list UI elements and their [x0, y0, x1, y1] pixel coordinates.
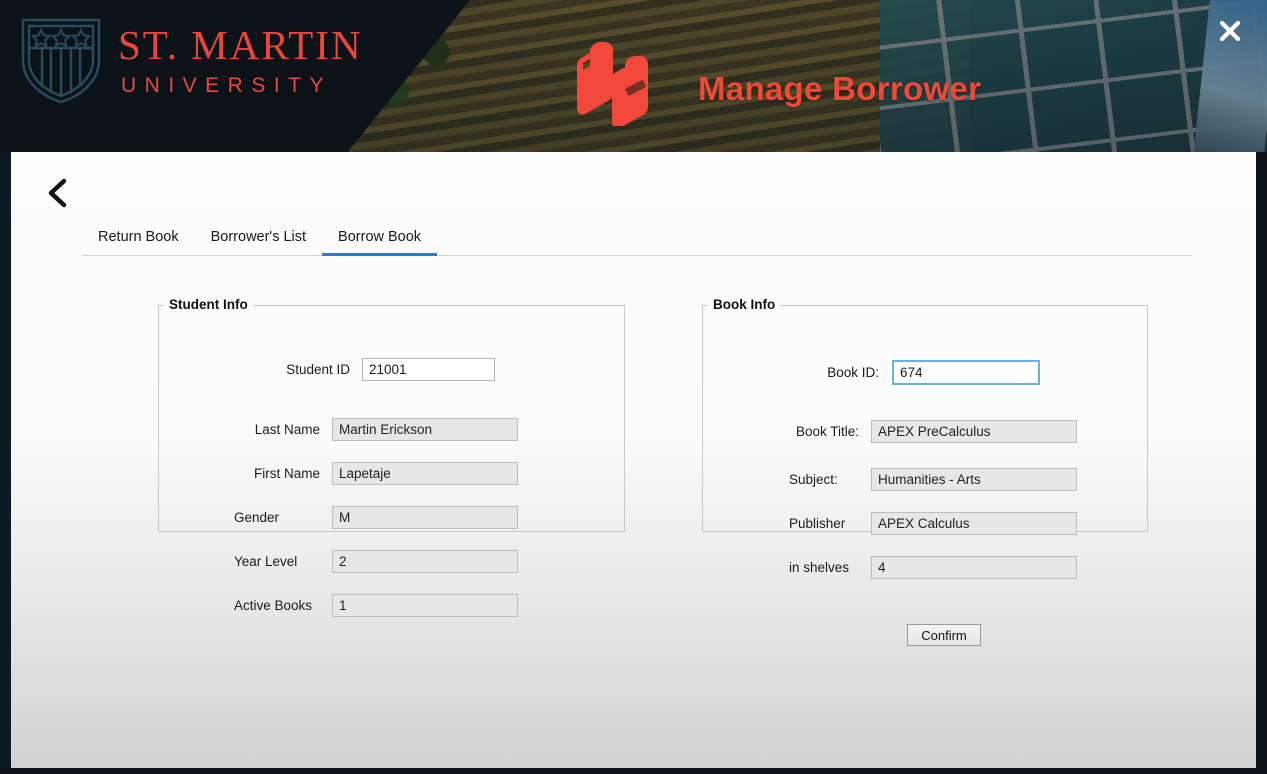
in-shelves-input[interactable] [871, 556, 1077, 579]
tab-borrowers-list[interactable]: Borrower's List [195, 229, 322, 256]
field-book-id: Book ID: [815, 360, 1040, 385]
page-title: Manage Borrower [698, 70, 982, 107]
student-id-input[interactable] [362, 358, 495, 381]
subject-input[interactable] [871, 468, 1077, 491]
last-name-input[interactable] [332, 418, 518, 441]
field-label: Active Books [234, 598, 313, 613]
field-book-title: Book Title: [789, 420, 1077, 443]
student-info-group: Student Info Student ID Last Name First … [158, 297, 625, 617]
gender-input[interactable] [332, 506, 518, 529]
close-icon[interactable] [1215, 16, 1245, 46]
field-publisher: Publisher [789, 512, 1077, 535]
field-label: in shelves [789, 560, 850, 575]
field-last-name: Last Name [234, 418, 518, 441]
field-label: Book ID: [827, 365, 879, 380]
publisher-input[interactable] [871, 512, 1077, 535]
field-subject: Subject: [789, 468, 1077, 491]
chevron-left-icon [48, 178, 67, 208]
book-info-group: Book Info Book ID: Book Title: Subject: … [702, 297, 1148, 646]
active-books-input[interactable] [332, 594, 518, 617]
book-info-legend: Book Info [708, 297, 781, 312]
app-header: ST. MARTIN UNIVERSITY Manage Borrower [0, 0, 1267, 152]
wordmark: ST. MARTIN UNIVERSITY [118, 21, 363, 97]
tab-borrow-book[interactable]: Borrow Book [322, 229, 438, 256]
tab-return-book[interactable]: Return Book [82, 229, 195, 256]
student-info-legend: Student Info [164, 297, 253, 312]
manage-borrower-window: ST. MARTIN UNIVERSITY Manage Borrower Re… [0, 0, 1267, 774]
first-name-input[interactable] [332, 462, 518, 485]
books-icon [577, 42, 648, 126]
brand-subtitle: UNIVERSITY [121, 73, 333, 97]
window-left-border [0, 152, 11, 774]
field-label: Subject: [789, 472, 838, 487]
book-id-input[interactable] [892, 360, 1040, 385]
shield-crest-icon [21, 18, 101, 104]
content-panel: Return Book Borrower's List Borrow Book … [11, 152, 1256, 768]
back-button[interactable] [37, 172, 79, 214]
tab-bar: Return Book Borrower's List Borrow Book [82, 224, 1192, 256]
field-year-level: Year Level [234, 550, 518, 573]
book-title-input[interactable] [871, 420, 1077, 443]
university-logo: ST. MARTIN UNIVERSITY [18, 14, 363, 106]
field-label: Student ID [286, 362, 350, 377]
field-label: Publisher [789, 516, 846, 531]
field-label: First Name [253, 466, 320, 481]
window-right-border [1256, 152, 1267, 774]
confirm-button[interactable]: Confirm [907, 624, 981, 646]
field-label: Year Level [234, 554, 298, 569]
field-gender: Gender [234, 506, 518, 529]
field-first-name: First Name [234, 462, 518, 485]
field-student-id: Student ID [278, 358, 495, 381]
field-label: Book Title: [795, 424, 859, 439]
window-bottom-border [0, 768, 1267, 774]
field-in-shelves: in shelves [789, 556, 1077, 579]
year-level-input[interactable] [332, 550, 518, 573]
field-label: Gender [234, 510, 280, 525]
brand-name: ST. MARTIN [118, 21, 363, 68]
field-label: Last Name [254, 422, 320, 437]
field-active-books: Active Books [234, 594, 518, 617]
